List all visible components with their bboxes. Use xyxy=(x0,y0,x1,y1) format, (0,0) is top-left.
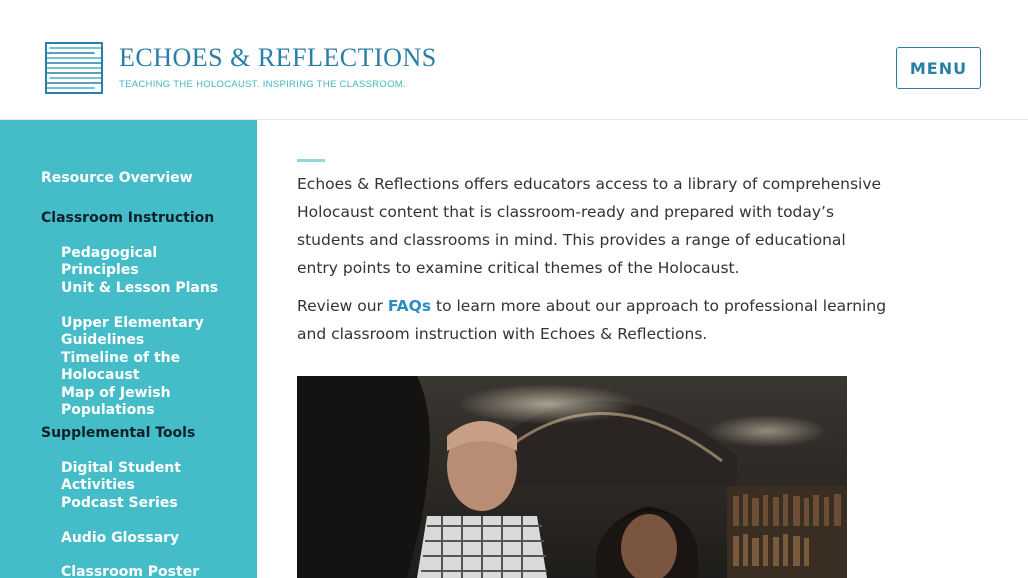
accent-rule xyxy=(297,159,325,162)
sidebar-item-classroom-poster[interactable]: Classroom Poster xyxy=(61,564,221,578)
sidebar-item-timeline[interactable]: Timeline of the Holocaust xyxy=(61,350,221,384)
classroom-photo xyxy=(297,376,847,578)
sidebar-item-classroom-instruction[interactable]: Classroom Instruction xyxy=(41,210,241,227)
review-paragraph: Review our FAQs to learn more about our … xyxy=(297,292,887,348)
sidebar-item-podcast-series[interactable]: Podcast Series xyxy=(61,495,221,512)
intro-paragraph: Echoes & Reflections offers educators ac… xyxy=(297,175,882,277)
sidebar-item-upper-elementary-guidelines[interactable]: Upper Elementary Guidelines xyxy=(61,315,221,349)
book-stack-icon xyxy=(45,42,103,94)
logo-title: ECHOES & REFLECTIONS xyxy=(119,43,437,72)
logo-tagline: TEACHING THE HOLOCAUST. INSPIRING THE CL… xyxy=(119,79,406,90)
sidebar-item-resource-overview[interactable]: Resource Overview xyxy=(41,170,241,187)
menu-button[interactable]: MENU xyxy=(896,47,981,89)
site-logo[interactable]: ECHOES & REFLECTIONS TEACHING THE HOLOCA… xyxy=(44,41,436,97)
sidebar-item-supplemental-tools[interactable]: Supplemental Tools xyxy=(41,425,241,442)
sidebar-item-map-jewish-populations[interactable]: Map of Jewish Populations xyxy=(61,385,221,419)
review-prefix: Review our xyxy=(297,297,388,315)
faq-link[interactable]: FAQs xyxy=(388,297,431,315)
classroom-photo-illustration xyxy=(297,376,847,578)
sidebar-item-pedagogical-principles[interactable]: Pedagogical Principles xyxy=(61,245,221,279)
sidebar-item-unit-lesson-plans[interactable]: Unit & Lesson Plans xyxy=(61,280,221,297)
site-header: ECHOES & REFLECTIONS TEACHING THE HOLOCA… xyxy=(0,0,1028,120)
sidebar-item-digital-student-activities[interactable]: Digital Student Activities xyxy=(61,460,221,494)
sidebar-nav: Resource Overview Classroom Instruction … xyxy=(0,120,257,578)
sidebar-item-audio-glossary[interactable]: Audio Glossary xyxy=(61,530,221,547)
